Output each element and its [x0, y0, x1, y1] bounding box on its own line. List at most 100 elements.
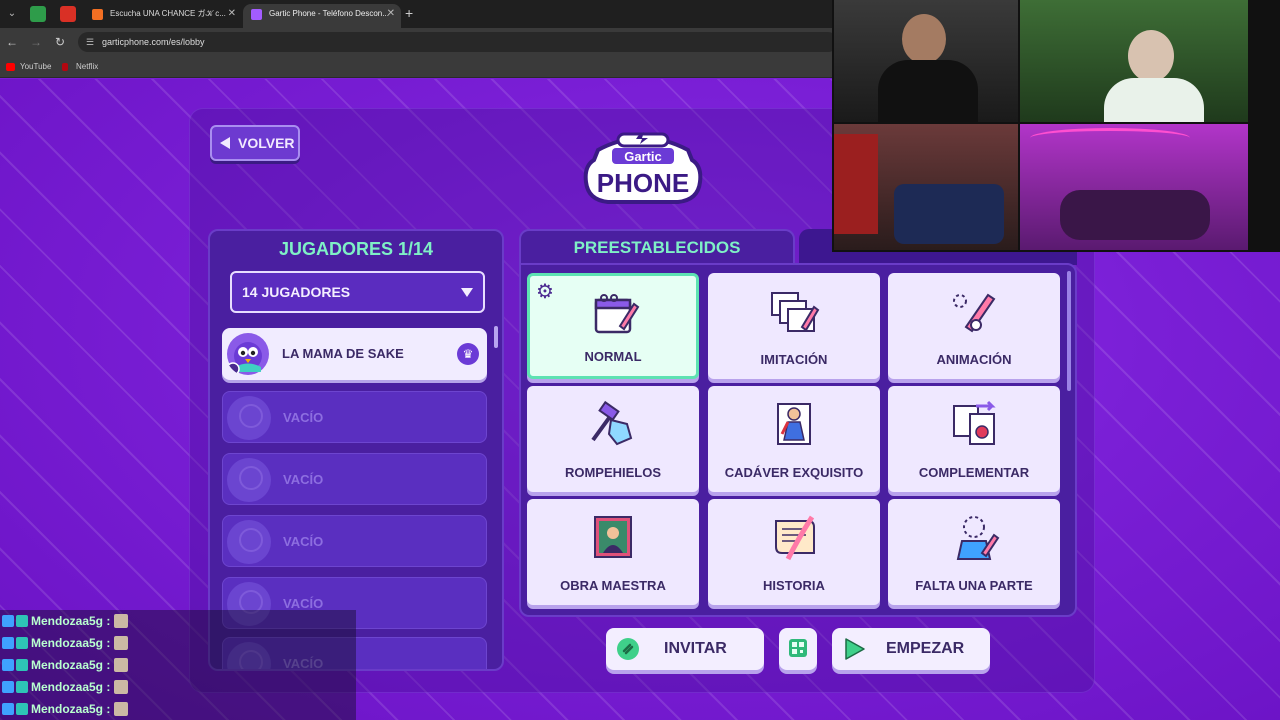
scroll-quill-icon: [775, 515, 815, 561]
players-title: JUGADORES 1/14: [278, 239, 434, 259]
chat-badge-icon: [2, 681, 14, 693]
preset-card-historia[interactable]: HISTORIA: [708, 499, 880, 605]
chat-badge-icon: [2, 659, 14, 671]
bookmark-label: Netflix: [76, 62, 99, 71]
presets-grid: ⚙ NORMAL IMITACIÓN ANIMACIÓN ROMPEHIELOS…: [519, 263, 1077, 617]
stream-chat: Mendozaa5g : Mendozaa5g : Mendozaa5g : M…: [0, 610, 356, 720]
webcam-feed-1: [834, 0, 1018, 122]
invite-button[interactable]: INVITAR: [606, 628, 764, 670]
player-slot-empty: VACÍO: [222, 515, 487, 567]
preset-card-imitacion[interactable]: IMITACIÓN: [708, 273, 880, 379]
chat-message: Mendozaa5g :: [2, 610, 129, 632]
chat-separator: :: [106, 636, 111, 650]
presets-scrollbar[interactable]: [1067, 271, 1071, 391]
tab-gartic-phone[interactable]: Gartic Phone - Teléfono Descon... ✕: [243, 4, 401, 28]
webcam-feed-4: [1020, 124, 1248, 250]
players-panel: JUGADORES 1/14 14 JUGADORES LA MAMA DE S…: [208, 229, 504, 671]
preset-card-rompehielos[interactable]: ROMPEHIELOS: [527, 386, 699, 492]
chat-badge-icon: [16, 659, 28, 671]
superhero-card-icon: [777, 403, 811, 445]
preset-label: ROMPEHIELOS: [564, 465, 662, 480]
preset-label: CADÁVER EXQUISITO: [724, 465, 864, 480]
presets-area: PREESTABLECIDOS ⚙ NORMAL IMITACIÓN ANIMA…: [519, 229, 1077, 617]
site-info-icon[interactable]: ☰: [86, 36, 98, 48]
bed: [1060, 190, 1210, 240]
red-curtain: [834, 134, 878, 234]
start-button[interactable]: EMPEZAR: [832, 628, 990, 670]
chat-message: Mendozaa5g :: [2, 632, 129, 654]
chat-badge-icon: [2, 615, 14, 627]
bookmark-youtube[interactable]: YouTube: [6, 60, 51, 74]
tab-title: Gartic Phone - Teléfono Descon...: [269, 9, 389, 18]
invite-button-label: INVITAR: [664, 640, 727, 657]
gear-icon[interactable]: ⚙: [536, 282, 554, 302]
close-icon[interactable]: ✕: [387, 4, 395, 24]
pinned-tab-shield-icon[interactable]: [30, 6, 46, 22]
url-text: garticphone.com/es/lobby: [102, 37, 205, 47]
preset-card-obra-maestra[interactable]: OBRA MAESTRA: [527, 499, 699, 605]
tab-title: Escucha UNA CHANCE ガ𝒦 c...: [110, 9, 226, 18]
player-slot-empty: VACÍO: [222, 391, 487, 443]
forward-arrow-icon[interactable]: →: [28, 34, 44, 50]
preset-label: FALTA UNA PARTE: [915, 578, 1033, 593]
gartic-phone-logo: Gartic PHONE: [583, 132, 703, 204]
player-slot-host[interactable]: LA MAMA DE SAKE ♛: [222, 328, 487, 380]
bookmark-label: YouTube: [20, 62, 52, 71]
players-scrollbar[interactable]: [494, 326, 498, 348]
tab-presets[interactable]: PREESTABLECIDOS: [519, 229, 795, 265]
address-bar[interactable]: ☰ garticphone.com/es/lobby: [78, 32, 838, 52]
preset-card-cadaver-exquisito[interactable]: CADÁVER EXQUISITO: [708, 386, 880, 492]
empty-avatar: [227, 458, 271, 502]
chat-separator: :: [106, 658, 111, 672]
back-button[interactable]: VOLVER: [210, 125, 300, 161]
preset-card-normal[interactable]: ⚙ NORMAL: [527, 273, 699, 379]
back-arrow-icon[interactable]: ←: [4, 34, 20, 50]
svg-text:Gartic: Gartic: [624, 149, 662, 164]
emote-icon: [114, 636, 129, 650]
host-avatar: [226, 333, 269, 376]
pinned-tab-gmail-icon[interactable]: [60, 6, 76, 22]
person-figure: [1128, 30, 1174, 82]
reload-icon[interactable]: ↻: [52, 34, 68, 50]
preset-label: NORMAL: [584, 349, 642, 364]
chat-badge-icon: [2, 703, 14, 715]
player-slot-empty: VACÍO: [222, 453, 487, 505]
chevron-down-icon: [461, 288, 473, 297]
netflix-icon: [62, 63, 68, 71]
chat-username: Mendozaa5g: [31, 636, 104, 650]
chat-message: Mendozaa5g :: [2, 698, 129, 720]
qr-code-button[interactable]: [779, 628, 817, 670]
close-icon[interactable]: ✕: [228, 4, 236, 24]
chat-separator: :: [106, 702, 111, 716]
preset-label: HISTORIA: [763, 578, 825, 593]
new-tab-plus-icon[interactable]: +: [405, 5, 413, 21]
missing-piece-icon: [956, 516, 1000, 560]
bookmark-netflix[interactable]: Netflix: [62, 60, 98, 74]
preset-card-animacion[interactable]: ANIMACIÓN: [888, 273, 1060, 379]
start-button-label: EMPEZAR: [886, 640, 965, 657]
chat-badge-icon: [16, 703, 28, 715]
preset-label: IMITACIÓN: [760, 352, 828, 367]
player-name: VACÍO: [283, 410, 324, 425]
bike: [894, 184, 1004, 244]
chat-separator: :: [106, 680, 111, 694]
empty-avatar: [227, 396, 271, 440]
chat-username: Mendozaa5g: [31, 658, 104, 672]
empty-avatar: [227, 520, 271, 564]
notebook-pencil-icon: [594, 294, 640, 334]
webcam-feed-3: [834, 124, 1018, 250]
tab-search-icon[interactable]: ⌄: [4, 6, 20, 22]
player-count-select[interactable]: 14 JUGADORES: [230, 271, 485, 313]
play-icon: [845, 638, 865, 660]
back-button-label: VOLVER: [238, 135, 295, 151]
qr-code-icon: [789, 639, 807, 657]
preset-card-complementar[interactable]: COMPLEMENTAR: [888, 386, 1060, 492]
preset-card-falta-una-parte[interactable]: FALTA UNA PARTE: [888, 499, 1060, 605]
complement-cards-icon: [953, 400, 996, 445]
animation-pencil-icon: [953, 293, 996, 333]
person-figure: [902, 14, 946, 64]
tab-soundcloud[interactable]: Escucha UNA CHANCE ガ𝒦 c... ✕: [84, 4, 242, 28]
webcam-feed-2: [1020, 0, 1248, 122]
chat-message: Mendozaa5g :: [2, 676, 129, 698]
chat-badge-icon: [16, 637, 28, 649]
